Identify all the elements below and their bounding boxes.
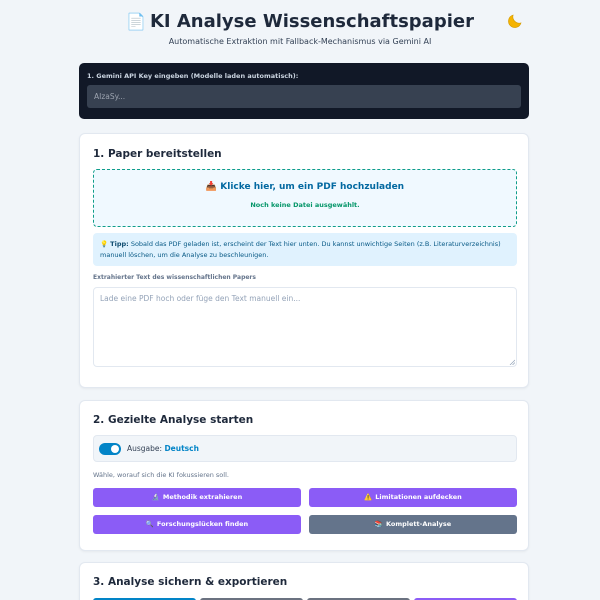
microscope-icon: 🔬 bbox=[151, 493, 160, 501]
lightbulb-icon: 💡 bbox=[100, 240, 109, 248]
method-extract-label: Methodik extrahieren bbox=[162, 493, 243, 501]
moon-icon[interactable] bbox=[506, 12, 524, 30]
resize-grip-icon[interactable] bbox=[509, 359, 515, 365]
analysis-section: 2. Gezielte Analyse starten Ausgabe: Deu… bbox=[79, 400, 529, 551]
export-section: 3. Analyse sichern & exportieren bbox=[79, 562, 529, 600]
api-key-panel: 1. Gemini API Key eingeben (Modelle lade… bbox=[79, 63, 529, 119]
tip-bold: Tipp: bbox=[110, 240, 129, 248]
research-gaps-label: Forschungslücken finden bbox=[156, 520, 249, 528]
warning-icon: ⚠️ bbox=[364, 493, 373, 501]
output-language-label: Ausgabe: Deutsch bbox=[127, 444, 199, 454]
export-section-title: 3. Analyse sichern & exportieren bbox=[93, 576, 288, 588]
output-language-row: Ausgabe: Deutsch bbox=[93, 435, 517, 462]
research-gaps-button[interactable]: 🔍 Forschungslücken finden bbox=[93, 515, 301, 534]
inbox-icon: 📥 bbox=[205, 182, 218, 192]
books-icon: 📚 bbox=[374, 520, 383, 528]
toggle-knob bbox=[111, 445, 119, 453]
header: 📄 KI Analyse Wissenschaftspapier Automati… bbox=[0, 0, 600, 60]
paper-section-title: 1. Paper bereitstellen bbox=[93, 148, 222, 160]
full-analysis-label: Komplett-Analyse bbox=[385, 520, 452, 528]
paper-text-area[interactable] bbox=[93, 287, 517, 367]
upload-label-text: Klicke hier, um ein PDF hochzuladen bbox=[220, 182, 405, 192]
document-icon: 📄 bbox=[126, 12, 146, 31]
page-subtitle: Automatische Extraktion mit Fallback-Mec… bbox=[168, 37, 432, 46]
paper-section: 1. Paper bereitstellen 📥 Klicke hier, um… bbox=[79, 133, 529, 388]
magnifier-icon: 🔍 bbox=[145, 520, 154, 528]
output-label: Ausgabe: bbox=[127, 444, 165, 453]
tip-text: Sobald das PDF geladen ist, erscheint de… bbox=[100, 240, 501, 259]
tip-box: 💡 Tipp: Sobald das PDF geladen ist, ersc… bbox=[93, 233, 517, 266]
pdf-upload-zone[interactable]: 📥 Klicke hier, um ein PDF hochzuladen No… bbox=[93, 169, 517, 227]
api-key-label: 1. Gemini API Key eingeben (Modelle lade… bbox=[87, 72, 299, 80]
limitations-label: Limitationen aufdecken bbox=[375, 493, 462, 501]
limitations-button[interactable]: ⚠️ Limitationen aufdecken bbox=[309, 488, 517, 507]
output-language-value: Deutsch bbox=[164, 444, 199, 453]
method-extract-button[interactable]: 🔬 Methodik extrahieren bbox=[93, 488, 301, 507]
analysis-section-title: 2. Gezielte Analyse starten bbox=[93, 414, 254, 426]
upload-status: Noch keine Datei ausgewählt. bbox=[250, 201, 360, 209]
api-key-input[interactable] bbox=[87, 85, 521, 108]
upload-label: 📥 Klicke hier, um ein PDF hochzuladen bbox=[94, 181, 516, 193]
page-title-text: KI Analyse Wissenschaftspapier bbox=[149, 11, 474, 32]
language-toggle[interactable] bbox=[99, 443, 121, 455]
textarea-label: Extrahierter Text des wissenschaftlichen… bbox=[93, 274, 256, 281]
full-analysis-button[interactable]: 📚 Komplett-Analyse bbox=[309, 515, 517, 534]
analysis-helper-text: Wähle, worauf sich die KI fokussieren so… bbox=[93, 471, 229, 479]
